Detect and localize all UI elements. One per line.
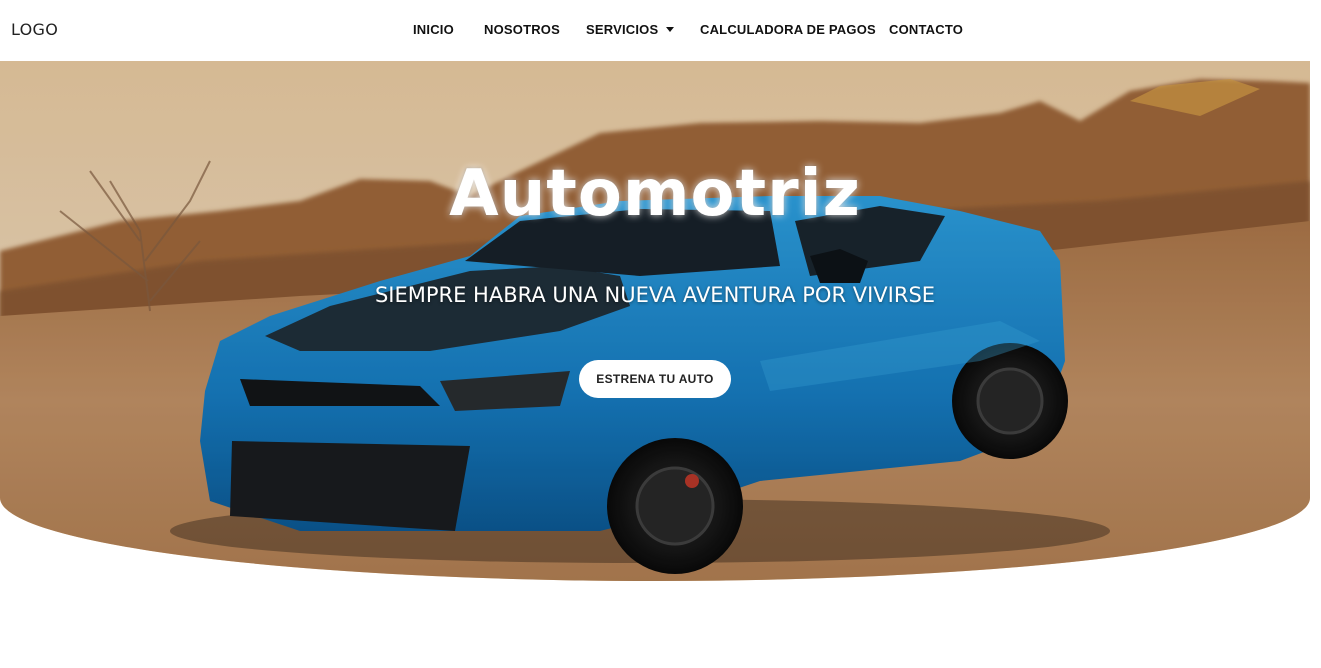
top-navbar: LOGO INICIO NOSOTROS SERVICIOS CALCULADO… xyxy=(0,0,1321,61)
nav-item-servicios[interactable]: SERVICIOS xyxy=(586,22,675,37)
hero-subtitle: SIEMPRE HABRA UNA NUEVA AVENTURA POR VIV… xyxy=(374,283,936,307)
cta-button[interactable]: ESTRENA TU AUTO xyxy=(579,360,731,398)
caret-down-icon xyxy=(666,27,675,32)
hero-banner: Automotriz SIEMPRE HABRA UNA NUEVA AVENT… xyxy=(0,61,1310,581)
main-nav: INICIO NOSOTROS SERVICIOS CALCULADORA DE… xyxy=(0,22,1321,42)
nav-item-inicio[interactable]: INICIO xyxy=(413,22,454,37)
nav-item-calculadora[interactable]: CALCULADORA DE PAGOS xyxy=(700,22,876,37)
nav-item-contacto[interactable]: CONTACTO xyxy=(889,22,963,37)
nav-item-servicios-label: SERVICIOS xyxy=(586,22,659,37)
nav-item-nosotros[interactable]: NOSOTROS xyxy=(484,22,560,37)
hero-background-image xyxy=(0,61,1310,581)
hero-title: Automotriz xyxy=(449,157,861,231)
